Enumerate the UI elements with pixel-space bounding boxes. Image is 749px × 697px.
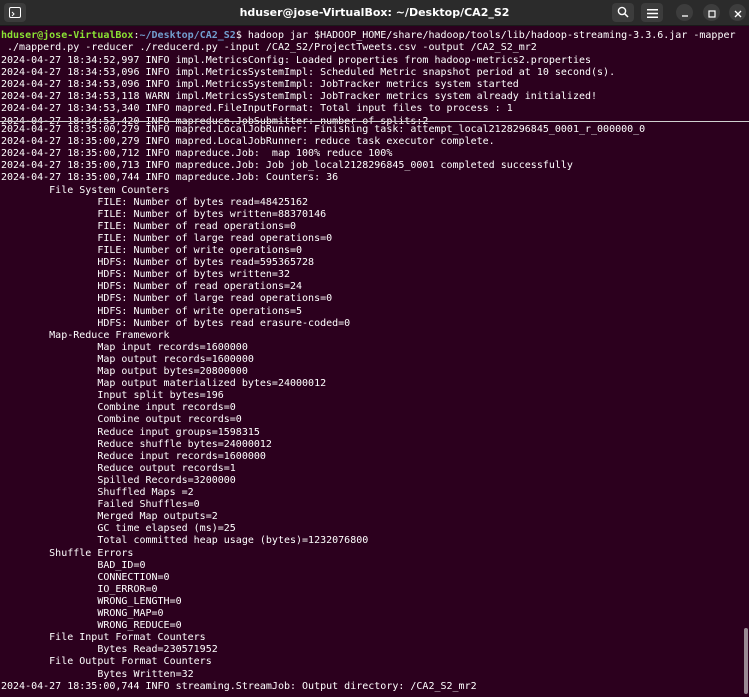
- log-line: 2024-04-27 18:35:00,713 INFO mapreduce.J…: [1, 160, 573, 172]
- log-line: Shuffled Maps =2: [1, 487, 194, 498]
- log-line: FILE: Number of read operations=0: [1, 220, 297, 232]
- log-line: 2024-04-27 18:34:53,096 INFO impl.Metric…: [1, 67, 616, 79]
- log-line: 2024-04-27 18:35:00,712 INFO mapreduce.J…: [1, 148, 393, 160]
- log-line: Shuffle Errors: [1, 547, 134, 559]
- search-button[interactable]: [612, 3, 634, 22]
- prompt-user: hduser@jose-VirtualBox: [1, 30, 134, 41]
- log-line: Map-Reduce Framework: [1, 329, 170, 341]
- log-line: WRONG_LENGTH=0: [1, 595, 182, 607]
- menu-button[interactable]: [641, 3, 663, 22]
- scrollback-divider: [0, 121, 749, 122]
- log-line: Map output records=1600000: [1, 353, 254, 365]
- log-line: WRONG_REDUCE=0: [1, 620, 182, 632]
- maximize-icon: [707, 3, 716, 22]
- log-line: Combine output records=0: [1, 414, 242, 426]
- log-line: HDFS: Number of bytes written=32: [1, 269, 290, 281]
- log-line: IO_ERROR=0: [1, 583, 158, 595]
- log-line: Total committed heap usage (bytes)=12320…: [1, 535, 369, 547]
- log-line: Spilled Records=3200000: [1, 474, 236, 486]
- log-line: 2024-04-27 18:35:00,744 INFO streaming.S…: [1, 680, 477, 692]
- log-line: HDFS: Number of large read operations=0: [1, 293, 333, 305]
- log-line: 2024-04-27 18:35:00,279 INFO mapred.Loca…: [1, 136, 495, 148]
- log-line: Combine input records=0: [1, 402, 236, 414]
- terminal-output[interactable]: hduser@jose-VirtualBox:~/Desktop/CA2_S2$…: [0, 26, 749, 697]
- log-line: HDFS: Number of write operations=5: [1, 305, 303, 317]
- log-line: Bytes Written=32: [1, 668, 194, 680]
- search-icon: [617, 3, 629, 22]
- prompt-path: ~/Desktop/CA2_S2: [139, 30, 236, 41]
- log-line: 2024-04-27 18:34:52,997 INFO impl.Metric…: [1, 55, 592, 66]
- log-line: Bytes Read=230571952: [1, 644, 218, 656]
- log-line: Merged Map outputs=2: [1, 511, 218, 523]
- minimize-button[interactable]: [676, 4, 693, 21]
- log-line: WRONG_MAP=0: [1, 608, 164, 619]
- log-line: GC time elapsed (ms)=25: [1, 523, 236, 535]
- log-line: Reduce shuffle bytes=24000012: [1, 438, 272, 450]
- log-line: Reduce output records=1: [1, 462, 236, 474]
- close-icon: [734, 3, 742, 22]
- scrollbar-thumb[interactable]: [744, 628, 748, 694]
- log-line: Map output bytes=20800000: [1, 366, 248, 377]
- log-line: 2024-04-27 18:35:00,279 INFO mapred.Loca…: [1, 124, 646, 135]
- log-line: File Input Format Counters: [1, 632, 206, 644]
- hamburger-menu-icon: [646, 3, 658, 22]
- close-button[interactable]: [729, 4, 746, 21]
- log-line: Reduce input records=1600000: [1, 450, 266, 462]
- command-continuation: ./mapperd.py -reducer ./reducerd.py -inp…: [1, 42, 537, 53]
- maximize-button[interactable]: [703, 4, 720, 21]
- log-line: HDFS: Number of read operations=24: [1, 281, 303, 293]
- log-line: HDFS: Number of bytes read=595365728: [1, 257, 315, 269]
- log-line: 2024-04-27 18:34:53,096 INFO impl.Metric…: [1, 79, 519, 91]
- prompt-line: hduser@jose-VirtualBox:~/Desktop/CA2_S2$…: [1, 30, 736, 41]
- log-line: FILE: Number of large read operations=0: [1, 232, 333, 244]
- log-line: FILE: Number of bytes read=48425162: [1, 196, 309, 208]
- log-line: Reduce input groups=1598315: [1, 426, 260, 438]
- log-line: BAD_ID=0: [1, 559, 146, 571]
- log-line: Failed Shuffles=0: [1, 499, 200, 511]
- log-line: FILE: Number of write operations=0: [1, 245, 303, 256]
- minimize-icon: [681, 3, 689, 22]
- log-line: 2024-04-27 18:34:53,118 WARN impl.Metric…: [1, 91, 598, 103]
- log-line: 2024-04-27 18:35:00,744 INFO mapreduce.J…: [1, 172, 339, 184]
- title-bar: hduser@jose-VirtualBox: ~/Desktop/CA2_S2: [0, 0, 749, 26]
- window-title: hduser@jose-VirtualBox: ~/Desktop/CA2_S2: [239, 6, 510, 19]
- log-line: File System Counters: [1, 184, 170, 196]
- command-text: $ hadoop jar $HADOOP_HOME/share/hadoop/t…: [235, 30, 736, 41]
- log-line: HDFS: Number of bytes read erasure-coded…: [1, 317, 351, 329]
- log-line: CONNECTION=0: [1, 571, 170, 583]
- log-line: 2024-04-27 18:34:53,340 INFO mapred.File…: [1, 103, 513, 115]
- log-line: Map output materialized bytes=24000012: [1, 378, 327, 390]
- log-line: File Output Format Counters: [1, 656, 212, 668]
- log-line: FILE: Number of bytes written=88370146: [1, 208, 327, 220]
- log-line: Map input records=1600000: [1, 341, 248, 353]
- log-line: Input split bytes=196: [1, 390, 224, 402]
